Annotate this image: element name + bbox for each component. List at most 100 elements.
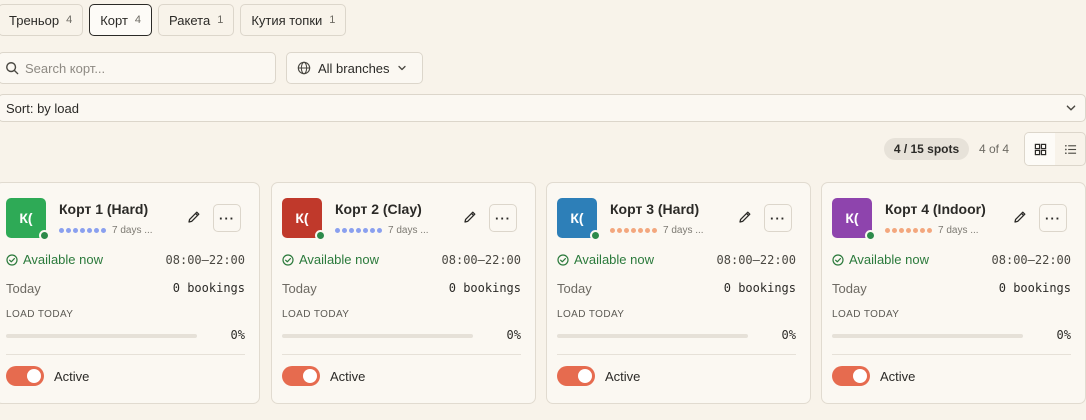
list-view-button[interactable] [1055,133,1085,165]
active-toggle[interactable] [6,366,44,386]
sort-select[interactable]: Sort: by load [0,94,1086,122]
court-avatar: К( [282,198,326,241]
schedule-dot [920,228,925,233]
globe-icon [297,61,311,75]
court-card[interactable]: К( Корт 2 (Clay) 7 days ... ··· Availabl… [271,182,536,404]
toggle-knob [578,369,592,383]
court-card[interactable]: К( Корт 3 (Hard) 7 days ... ··· Availabl… [546,182,811,404]
schedule-dot [892,228,897,233]
more-options-button[interactable]: ··· [1039,204,1067,232]
schedule-dot [913,228,918,233]
card-divider [832,354,1071,355]
tab-label: Ракета [169,12,211,28]
toggle-knob [303,369,317,383]
opening-hours: 08:00—22:00 [716,253,796,267]
active-toggle[interactable] [282,366,320,386]
schedule-dot [617,228,622,233]
toggle-knob [27,369,41,383]
tab-count: 4 [134,14,142,26]
pencil-icon [188,211,200,223]
pencil-icon [739,211,751,223]
view-toggle [1024,132,1086,166]
court-title: Корт 3 (Hard) [610,201,700,217]
availability-status: Available now [557,252,654,267]
schedule-dot [899,228,904,233]
tab-count: 4 [66,14,73,26]
branch-select[interactable]: All branches [286,52,423,84]
card-divider [6,354,245,355]
availability-status: Available now [282,252,379,267]
schedule-days: 7 days ... [388,225,429,236]
load-progress-bar [282,334,473,338]
court-avatar: К( [6,198,50,241]
load-progress-bar [6,334,197,338]
edit-button[interactable] [186,209,202,225]
schedule-meta: 7 days ... [610,225,704,236]
more-horizontal-icon: ··· [495,210,511,226]
more-options-button[interactable]: ··· [489,204,517,232]
court-avatar: К( [557,198,601,241]
load-progress-bar [557,334,748,338]
tab-court[interactable]: Корт 4 [89,4,153,36]
tab-label: Треньор [9,12,60,28]
tab-ball-box[interactable]: Кутия топки 1 [240,4,347,36]
schedule-dot [342,228,347,233]
tab-label: Кутия топки [251,12,323,28]
avatar-initials: К( [570,210,584,226]
load-today-label: LOAD TODAY [832,309,900,320]
tab-label: Корт [100,12,128,28]
bookings-count: 0 bookings [172,281,245,295]
grid-view-button[interactable] [1025,133,1055,165]
active-toggle[interactable] [557,366,595,386]
schedule-dot [94,228,99,233]
schedule-dot [349,228,354,233]
active-toggle[interactable] [832,366,870,386]
tab-trainer[interactable]: Треньор 4 [0,4,84,36]
schedule-dot [638,228,643,233]
active-label: Active [330,369,366,384]
load-progress-bar [832,334,1023,338]
schedule-dot [645,228,650,233]
schedule-days: 7 days ... [112,225,153,236]
availability-text: Available now [574,252,654,267]
edit-button[interactable] [737,209,753,225]
court-avatar: К( [832,198,876,241]
load-percentage: 0% [1056,328,1071,342]
more-options-button[interactable]: ··· [764,204,792,232]
schedule-dot [885,228,890,233]
today-label: Today [6,281,41,296]
opening-hours: 08:00—22:00 [441,253,521,267]
availability-text: Available now [23,252,103,267]
category-tabs: Треньор 4 Корт 4 Ракета 1 Кутия топки 1 [0,4,347,36]
check-circle-icon [557,253,569,266]
court-card[interactable]: К( Корт 4 (Indoor) 7 days ... ··· Availa… [821,182,1086,404]
avatar-initials: К( [295,210,309,226]
schedule-dot [927,228,932,233]
load-percentage: 0% [230,328,245,342]
tab-count: 1 [329,14,336,26]
schedule-dots [610,228,657,233]
active-label: Active [880,369,916,384]
online-status-dot [315,230,326,241]
tab-racket[interactable]: Ракета 1 [158,4,235,36]
chevron-down-icon [397,65,406,71]
schedule-dot [66,228,71,233]
court-card[interactable]: К( Корт 1 (Hard) 7 days ... ··· Availabl… [0,182,260,404]
chevron-down-icon [1066,105,1076,111]
card-divider [282,354,521,355]
edit-button[interactable] [1012,209,1028,225]
schedule-dot [631,228,636,233]
card-divider [557,354,796,355]
more-options-button[interactable]: ··· [213,204,241,232]
online-status-dot [39,230,50,241]
online-status-dot [865,230,876,241]
schedule-dot [377,228,382,233]
schedule-dot [59,228,64,233]
schedule-dot [73,228,78,233]
search-input[interactable] [25,60,265,76]
list-view-icon [1064,144,1076,154]
sort-label: Sort: by load [6,100,79,116]
edit-button[interactable] [462,209,478,225]
spots-badge: 4 / 15 spots [884,138,969,160]
load-today-label: LOAD TODAY [557,309,625,320]
